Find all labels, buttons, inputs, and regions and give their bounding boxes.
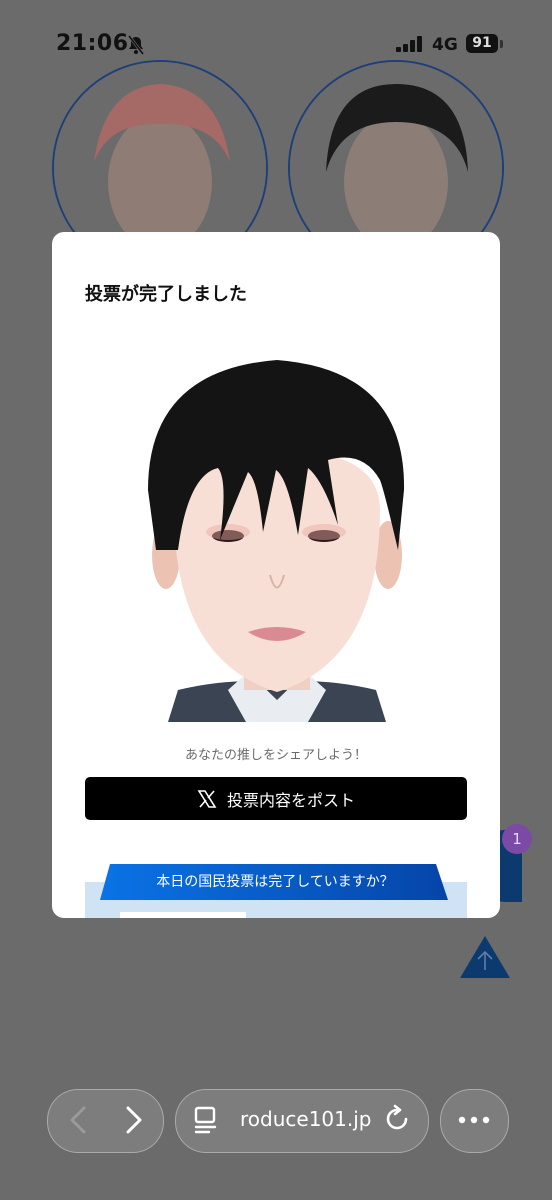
battery-icon: 91 (466, 34, 498, 53)
trainee-photo (148, 360, 406, 722)
bell-muted-icon (127, 35, 145, 59)
banner-content-box (120, 912, 246, 918)
vote-banner-text: 本日の国民投票は完了していますか？ (156, 874, 394, 890)
back-button[interactable] (62, 1102, 98, 1138)
signal-icon (396, 36, 424, 56)
x-logo-icon (197, 789, 217, 808)
post-button-label: 投票内容をポスト (226, 790, 355, 810)
reload-icon[interactable] (382, 1104, 412, 1134)
post-to-x-button[interactable]: 投票内容をポスト (85, 777, 467, 820)
more-icon (456, 1110, 492, 1130)
modal-title: 投票が完了しました (85, 284, 247, 305)
arrow-up-icon (460, 936, 510, 978)
notification-badge: 1 (502, 824, 532, 854)
status-time: 21:06 (56, 31, 129, 56)
battery-nub (500, 40, 503, 48)
forward-button[interactable] (116, 1102, 152, 1138)
share-prompt: あなたの推しをシェアしよう！ (184, 748, 367, 763)
chevron-left-icon (70, 1106, 86, 1134)
tabs-icon[interactable] (193, 1106, 219, 1134)
vote-complete-modal: 投票が完了しました あなたの推しをシェアしよう！ 投票内容をポスト 本日の国民投… (52, 232, 500, 918)
scroll-to-top-button[interactable] (458, 934, 512, 980)
network-type: 4G (432, 35, 458, 55)
chevron-right-icon (126, 1106, 142, 1134)
url-text[interactable]: roduce101.jp (240, 1107, 371, 1131)
